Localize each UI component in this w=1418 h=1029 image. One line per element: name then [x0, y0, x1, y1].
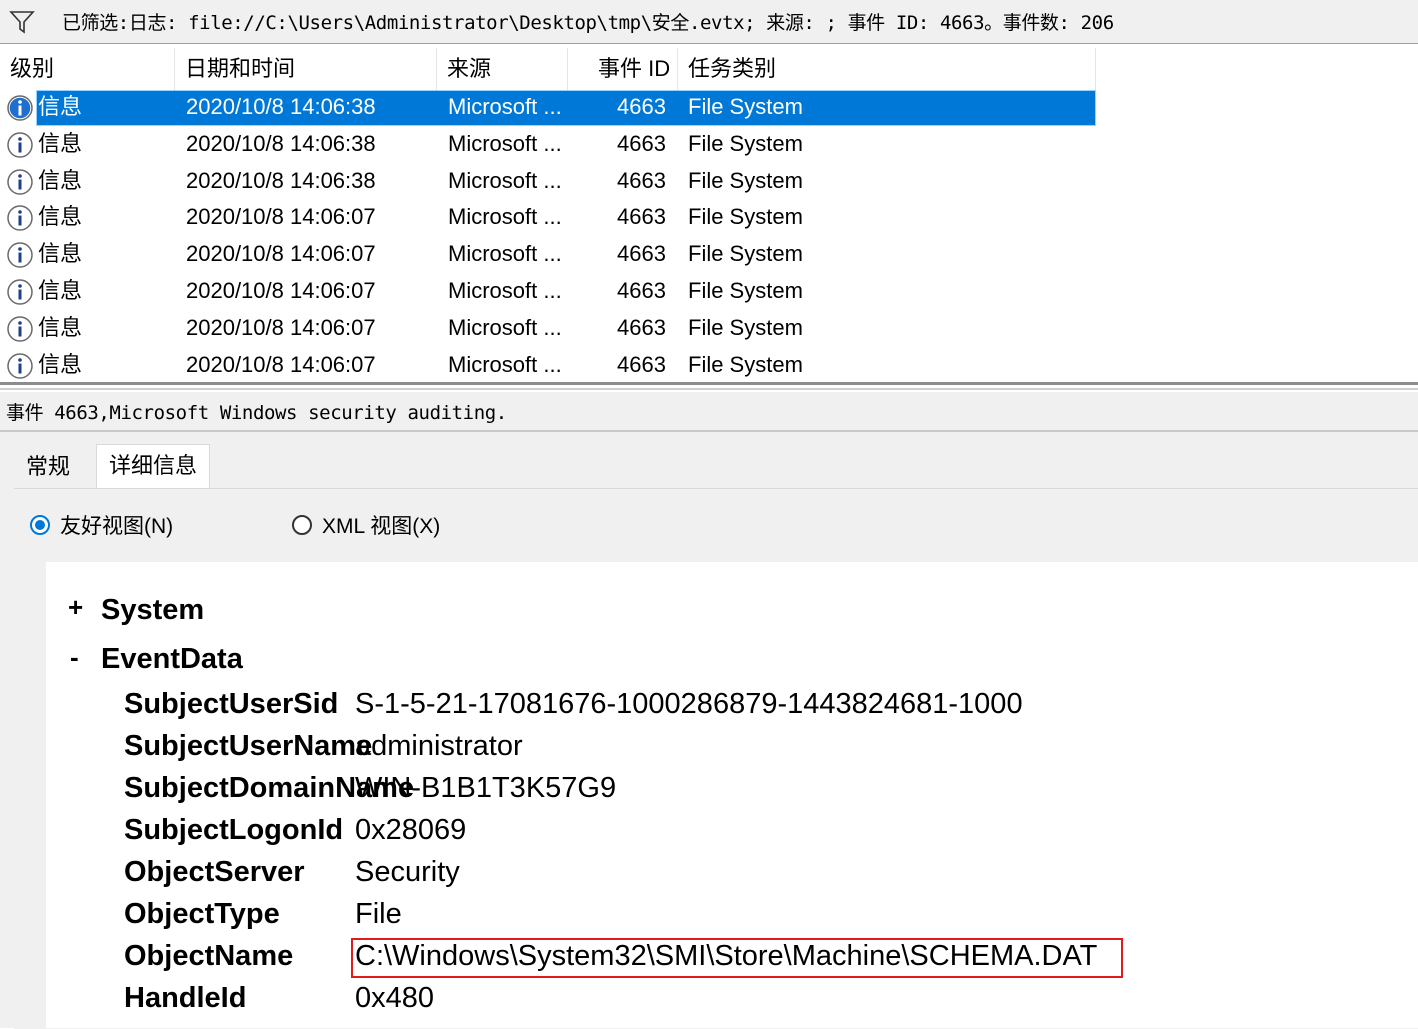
- task-category-cell: File System: [688, 241, 803, 267]
- event-id-cell: 4663: [617, 167, 666, 193]
- info-icon: [7, 242, 33, 268]
- filter-description: 已筛选:日志: file://C:\Users\Administrator\De…: [62, 12, 1114, 34]
- column-header-datetime[interactable]: 日期和时间: [175, 48, 437, 90]
- task-category-cell: File System: [688, 204, 803, 230]
- task-category-cell: File System: [688, 351, 803, 377]
- task-category-cell: File System: [688, 130, 803, 156]
- expand-system-toggle[interactable]: +: [68, 592, 83, 623]
- info-icon: [7, 316, 33, 342]
- friendly-view-content: + System - EventData SubjectUserSid S-1-5…: [46, 562, 1418, 1028]
- level-cell: 信息: [38, 204, 83, 230]
- info-icon: [7, 352, 33, 379]
- divider: [0, 430, 1418, 432]
- source-cell: Microsoft ...: [448, 204, 562, 230]
- datetime-cell: 2020/10/8 14:06:38: [186, 94, 376, 119]
- field-value: administrator: [355, 730, 523, 762]
- info-icon: [7, 95, 33, 121]
- level-cell: 信息: [38, 130, 83, 156]
- radio-checked-icon: [30, 515, 50, 535]
- friendly-view-radio[interactable]: 友好视图(N): [30, 510, 173, 540]
- task-category-cell: File System: [688, 314, 803, 340]
- datetime-cell: 2020/10/8 14:06:07: [186, 278, 376, 303]
- field-name: ObjectName: [124, 940, 294, 972]
- event-id-cell: 4663: [617, 204, 666, 230]
- datetime-cell: 2020/10/8 14:06:07: [186, 241, 376, 267]
- column-header-level[interactable]: 级别: [0, 48, 175, 90]
- xml-view-label: XML 视图(X): [322, 515, 441, 538]
- column-header-event-id[interactable]: 事件 ID: [568, 48, 678, 90]
- info-icon: [7, 132, 33, 158]
- event-id-cell: 4663: [617, 314, 666, 340]
- field-value: File: [355, 898, 402, 930]
- friendly-view-label: 友好视图(N): [60, 515, 174, 538]
- table-row[interactable]: 信息 2020/10/8 14:06:07 Microsoft ... 4663 Fil…: [0, 274, 1096, 310]
- tree-node-system[interactable]: System: [101, 594, 204, 627]
- datetime-cell: 2020/10/8 14:06:38: [186, 167, 376, 193]
- xml-view-radio[interactable]: XML 视图(X): [292, 510, 440, 540]
- level-cell: 信息: [38, 94, 83, 119]
- datetime-cell: 2020/10/8 14:06:07: [186, 314, 376, 340]
- column-header-task-category[interactable]: 任务类别: [678, 48, 1096, 90]
- event-id-cell: 4663: [617, 130, 666, 156]
- field-name: SubjectUserSid: [124, 688, 339, 720]
- pane-divider: [0, 388, 1418, 390]
- tab-details[interactable]: 详细信息: [96, 444, 211, 488]
- field-name: SubjectUserName: [124, 730, 373, 762]
- event-detail-title: 事件 4663,Microsoft Windows security audit…: [6, 402, 507, 424]
- source-cell: Microsoft ...: [448, 241, 562, 267]
- field-value: Security: [355, 856, 460, 888]
- datetime-cell: 2020/10/8 14:06:07: [186, 204, 376, 230]
- source-cell: Microsoft ...: [448, 278, 562, 303]
- source-cell: Microsoft ...: [448, 167, 562, 193]
- field-name: HandleId: [124, 982, 247, 1014]
- task-category-cell: File System: [688, 94, 803, 119]
- table-row[interactable]: 信息 2020/10/8 14:06:38 Microsoft ... 4663 Fil…: [0, 90, 1096, 126]
- level-cell: 信息: [38, 314, 83, 340]
- event-id-cell: 4663: [617, 278, 666, 303]
- table-row[interactable]: 信息 2020/10/8 14:06:07 Microsoft ... 4663 Fil…: [0, 311, 1096, 347]
- column-header-source[interactable]: 来源: [437, 48, 568, 90]
- level-cell: 信息: [38, 351, 83, 377]
- task-category-cell: File System: [688, 278, 803, 303]
- table-row[interactable]: 信息 2020/10/8 14:06:07 Microsoft ... 4663 Fil…: [0, 237, 1096, 273]
- field-value: C:\Windows\System32\SMI\Store\Machine\SC…: [355, 940, 1098, 972]
- datetime-cell: 2020/10/8 14:06:07: [186, 351, 376, 377]
- field-value: WIN-B1B1T3K57G9: [355, 772, 617, 804]
- field-value: 0x480: [355, 982, 435, 1014]
- source-cell: Microsoft ...: [448, 130, 562, 156]
- source-cell: Microsoft ...: [448, 94, 562, 119]
- event-list: 级别 日期和时间 来源 事件 ID 任务类别 信息 2020/10/8 14:06…: [0, 48, 1418, 384]
- pane-splitter[interactable]: [0, 382, 1418, 385]
- field-name: SubjectLogonId: [124, 814, 344, 846]
- table-row[interactable]: 信息 2020/10/8 14:06:07 Microsoft ... 4663 Fil…: [0, 200, 1096, 236]
- info-icon: [7, 168, 33, 195]
- filter-icon[interactable]: [2, 2, 42, 42]
- field-value: 0x28069: [355, 814, 467, 846]
- event-detail-pane: 事件 4663,Microsoft Windows security audit…: [0, 392, 1418, 1029]
- level-cell: 信息: [38, 167, 83, 193]
- tree-node-eventdata[interactable]: EventData: [101, 643, 243, 676]
- level-cell: 信息: [38, 278, 83, 303]
- tab-general[interactable]: 常规: [14, 446, 82, 488]
- table-row[interactable]: 信息 2020/10/8 14:06:07 Microsoft ... 4663 Fil…: [0, 348, 1096, 384]
- radio-unchecked-icon: [292, 515, 312, 535]
- event-list-header: 级别 日期和时间 来源 事件 ID 任务类别: [0, 48, 1418, 90]
- datetime-cell: 2020/10/8 14:06:38: [186, 130, 376, 156]
- info-icon: [7, 279, 33, 305]
- field-name: ObjectServer: [124, 856, 305, 888]
- info-icon: [7, 205, 33, 232]
- field-name: ObjectType: [124, 898, 280, 930]
- event-id-cell: 4663: [617, 351, 666, 377]
- filter-bar: 已筛选:日志: file://C:\Users\Administrator\De…: [0, 0, 1418, 44]
- table-row[interactable]: 信息 2020/10/8 14:06:38 Microsoft ... 4663 Fil…: [0, 127, 1096, 163]
- source-cell: Microsoft ...: [448, 351, 562, 377]
- event-id-cell: 4663: [617, 241, 666, 267]
- task-category-cell: File System: [688, 167, 803, 193]
- source-cell: Microsoft ...: [448, 314, 562, 340]
- collapse-eventdata-toggle[interactable]: -: [70, 642, 79, 673]
- level-cell: 信息: [38, 241, 83, 267]
- field-value: S-1-5-21-17081676-1000286879-1443824681-…: [355, 688, 1023, 720]
- event-id-cell: 4663: [617, 94, 666, 119]
- table-row[interactable]: 信息 2020/10/8 14:06:38 Microsoft ... 4663 Fil…: [0, 164, 1096, 200]
